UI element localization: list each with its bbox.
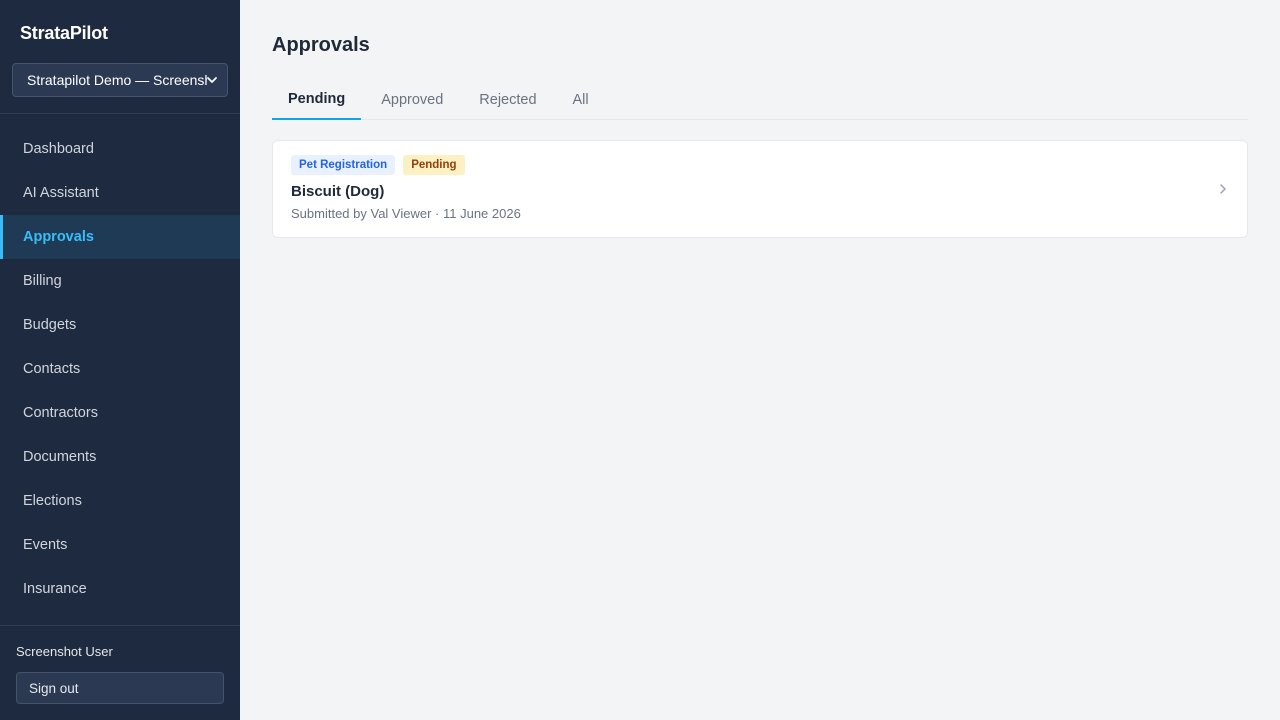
sign-out-button[interactable]: Sign out [16,672,224,704]
sidebar-divider [0,625,240,626]
sidebar-item-elections[interactable]: Elections [0,479,240,523]
sidebar-item-ai-assistant[interactable]: AI Assistant [0,171,240,215]
brand-logo[interactable]: StrataPilot [20,23,108,44]
approval-card[interactable]: Pet Registration Pending Biscuit (Dog) S… [272,140,1248,238]
status-badge: Pending [403,155,465,175]
chevron-down-icon [205,73,219,87]
sidebar-divider [0,113,240,114]
sidebar-item-label: Documents [23,449,97,465]
sidebar-item-label: Budgets [23,317,77,333]
sidebar-nav: Dashboard AI Assistant Approvals Billing… [0,127,240,611]
page-title: Approvals [272,34,370,56]
sidebar-item-label: Contractors [23,405,98,421]
sidebar: StrataPilot Stratapilot Demo — Screensho… [0,0,240,720]
current-user-name: Screenshot User [16,644,113,659]
sidebar-item-label: Dashboard [23,141,94,157]
org-selector-value: Stratapilot Demo — Screenshot [27,72,207,88]
approval-title: Biscuit (Dog) [291,183,385,200]
org-selector[interactable]: Stratapilot Demo — Screenshot [12,63,228,97]
approval-meta: Submitted by Val Viewer · 11 June 2026 [291,206,521,221]
sidebar-item-label: Events [23,537,68,553]
sidebar-item-documents[interactable]: Documents [0,435,240,479]
approval-tabs: Pending Approved Rejected All [272,80,1248,120]
approval-badges: Pet Registration Pending [291,155,465,175]
sidebar-item-insurance[interactable]: Insurance [0,567,240,611]
sidebar-item-label: Elections [23,493,82,509]
tab-all[interactable]: All [557,80,605,120]
sidebar-item-billing[interactable]: Billing [0,259,240,303]
sidebar-item-contacts[interactable]: Contacts [0,347,240,391]
sidebar-item-label: Contacts [23,361,81,377]
sidebar-item-approvals[interactable]: Approvals [0,215,240,259]
tab-pending[interactable]: Pending [272,80,362,120]
sidebar-item-label: Approvals [23,229,94,245]
chevron-right-icon [1217,182,1229,196]
main-content: Approvals Pending Approved Rejected All … [240,0,1280,720]
sidebar-item-label: AI Assistant [23,185,99,201]
sidebar-item-contractors[interactable]: Contractors [0,391,240,435]
sidebar-item-dashboard[interactable]: Dashboard [0,127,240,171]
type-badge: Pet Registration [291,155,396,175]
sidebar-item-label: Billing [23,273,62,289]
sidebar-item-events[interactable]: Events [0,523,240,567]
tab-approved[interactable]: Approved [365,80,459,120]
sidebar-item-label: Insurance [23,581,87,597]
tab-rejected[interactable]: Rejected [463,80,552,120]
sidebar-item-budgets[interactable]: Budgets [0,303,240,347]
